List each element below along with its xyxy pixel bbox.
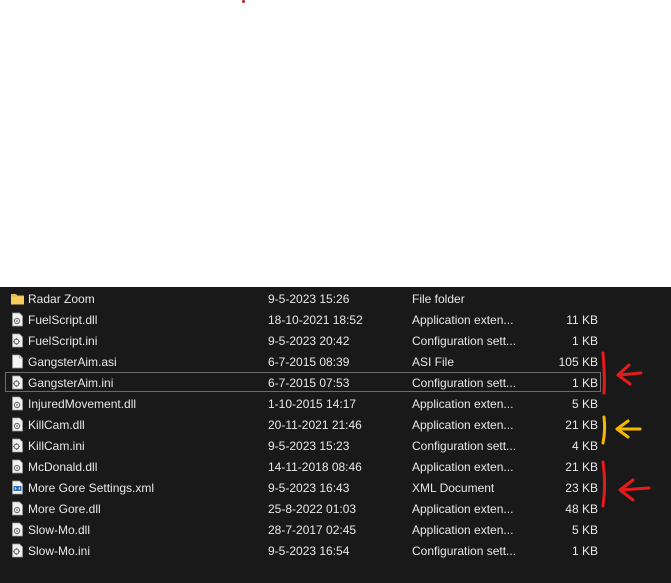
- file-date-modified: 6-7-2015 08:39: [268, 355, 350, 369]
- file-type: XML Document: [412, 481, 495, 495]
- ini-file-icon: [10, 438, 25, 453]
- file-type: Application exten...: [412, 523, 514, 537]
- file-name: GangsterAim.ini: [28, 376, 114, 390]
- file-date-modified: 9-5-2023 20:42: [268, 334, 350, 348]
- blank-file-icon: [10, 354, 25, 369]
- file-row[interactable]: GangsterAim.asi 6-7-2015 08:39 ASI File 105…: [5, 351, 601, 371]
- file-size: 5 KB: [571, 523, 598, 537]
- file-name: GangsterAim.asi: [28, 355, 117, 369]
- dll-file-icon: [10, 396, 25, 411]
- file-size: 1 KB: [571, 544, 598, 558]
- yellow-bracket-annotation-killcam: [601, 415, 642, 445]
- file-row[interactable]: More Gore.dll 25-8-2022 01:03 Application …: [5, 498, 601, 518]
- file-name: KillCam.ini: [28, 439, 85, 453]
- file-row[interactable]: More Gore Settings.xml 9-5-2023 16:43 XML …: [5, 477, 601, 497]
- file-type: Application exten...: [412, 313, 514, 327]
- red-bracket-annotation-gangsteraim: [601, 351, 643, 395]
- file-row[interactable]: McDonald.dll 14-11-2018 08:46 Application …: [5, 456, 601, 476]
- file-date-modified: 9-5-2023 15:26: [268, 292, 350, 306]
- file-date-modified: 14-11-2018 08:46: [268, 460, 362, 474]
- file-row[interactable]: Radar Zoom 9-5-2023 15:26 File folder: [5, 288, 601, 308]
- file-size: 5 KB: [571, 397, 598, 411]
- file-type: Configuration sett...: [412, 439, 517, 453]
- file-date-modified: 18-10-2021 18:52: [268, 313, 363, 327]
- file-type: Configuration sett...: [412, 544, 517, 558]
- dll-file-icon: [10, 522, 25, 537]
- file-name: Slow-Mo.dll: [28, 523, 91, 537]
- file-size: 48 KB: [565, 502, 598, 516]
- file-date-modified: 9-5-2023 16:43: [268, 481, 350, 495]
- ini-file-icon: [10, 543, 25, 558]
- file-name: InjuredMovement.dll: [28, 397, 137, 411]
- file-name: FuelScript.ini: [28, 334, 98, 348]
- file-size: 23 KB: [565, 481, 598, 495]
- file-type: Application exten...: [412, 418, 514, 432]
- file-row[interactable]: KillCam.dll 20-11-2021 21:46 Application e…: [5, 414, 601, 434]
- file-date-modified: 28-7-2017 02:45: [268, 523, 357, 537]
- file-row[interactable]: GangsterAim.ini 6-7-2015 07:53 Configurati…: [5, 372, 601, 392]
- dll-file-icon: [10, 501, 25, 516]
- ini-file-icon: [10, 333, 25, 348]
- file-name: More Gore.dll: [28, 502, 101, 516]
- red-dot-mark: [242, 0, 245, 3]
- file-name: McDonald.dll: [28, 460, 98, 474]
- file-size: 1 KB: [571, 334, 598, 348]
- file-row[interactable]: FuelScript.dll 18-10-2021 18:52 Applicatio…: [5, 309, 601, 329]
- file-row[interactable]: Slow-Mo.dll 28-7-2017 02:45 Application ex…: [5, 519, 601, 539]
- file-type: Application exten...: [412, 502, 514, 516]
- file-row[interactable]: Slow-Mo.ini 9-5-2023 16:54 Configuration s…: [5, 540, 601, 560]
- ini-file-icon: [10, 375, 25, 390]
- file-type: File folder: [412, 292, 465, 306]
- dll-file-icon: [10, 459, 25, 474]
- file-row[interactable]: InjuredMovement.dll 1-10-2015 14:17 Applic…: [5, 393, 601, 413]
- dll-file-icon: [10, 312, 25, 327]
- file-name: KillCam.dll: [28, 418, 85, 432]
- file-type: Application exten...: [412, 397, 514, 411]
- file-row[interactable]: FuelScript.ini 9-5-2023 20:42 Configuratio…: [5, 330, 601, 350]
- file-name: FuelScript.dll: [28, 313, 98, 327]
- xml-file-icon: [10, 480, 25, 495]
- dll-file-icon: [10, 417, 25, 432]
- file-size: 11 KB: [566, 313, 598, 327]
- blank-canvas-area: [0, 0, 671, 287]
- file-date-modified: 25-8-2022 01:03: [268, 502, 357, 516]
- file-size: 21 KB: [565, 418, 598, 432]
- red-bracket-annotation-moregore: [601, 460, 651, 508]
- file-name: Slow-Mo.ini: [28, 544, 91, 558]
- file-size: 21 KB: [565, 460, 598, 474]
- file-date-modified: 20-11-2021 21:46: [268, 418, 362, 432]
- file-size: 105 KB: [558, 355, 598, 369]
- file-date-modified: 9-5-2023 15:23: [268, 439, 350, 453]
- folder-icon: [10, 291, 25, 306]
- file-name: Radar Zoom: [28, 292, 95, 306]
- file-date-modified: 9-5-2023 16:54: [268, 544, 350, 558]
- file-date-modified: 1-10-2015 14:17: [268, 397, 357, 411]
- file-row[interactable]: KillCam.ini 9-5-2023 15:23 Configuration s…: [5, 435, 601, 455]
- file-name: More Gore Settings.xml: [28, 481, 155, 495]
- file-type: Configuration sett...: [412, 376, 517, 390]
- file-date-modified: 6-7-2015 07:53: [268, 376, 350, 390]
- file-type: ASI File: [412, 355, 455, 369]
- file-explorer-panel: Radar Zoom 9-5-2023 15:26 File folder FuelS…: [0, 287, 671, 583]
- file-type: Application exten...: [412, 460, 514, 474]
- file-type: Configuration sett...: [412, 334, 517, 348]
- file-size: 4 KB: [571, 439, 598, 453]
